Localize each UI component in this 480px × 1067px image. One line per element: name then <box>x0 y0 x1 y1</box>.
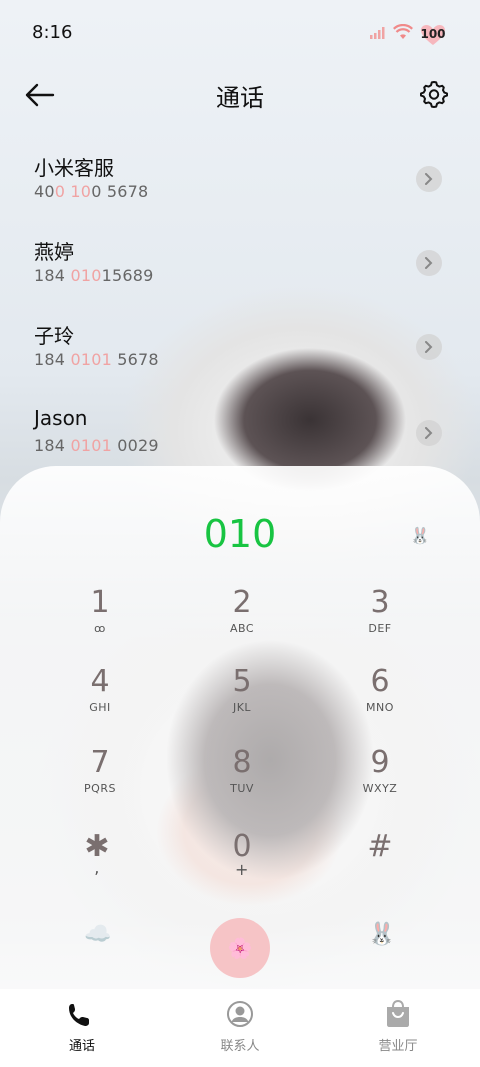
page-title: 通话 <box>216 84 264 112</box>
phone-icon <box>69 1004 89 1026</box>
contact-detail-button[interactable] <box>416 420 442 446</box>
contact-detail-button[interactable] <box>416 250 442 276</box>
status-time: 8:16 <box>32 22 73 43</box>
chevron-right-icon <box>425 427 433 439</box>
contact-number: 400 100 5678 <box>34 182 149 201</box>
contact-number: 184 01015689 <box>34 266 154 285</box>
contact-name: 小米客服 <box>34 156 114 180</box>
contact-number: 184 0101 0029 <box>34 436 159 455</box>
contact-detail-button[interactable] <box>416 334 442 360</box>
battery-level: 100 <box>420 27 446 41</box>
nav-item-contacts[interactable]: 联系人 <box>180 999 300 1054</box>
battery-indicator: 100 <box>420 24 446 45</box>
cloud-icon[interactable]: ☁️ <box>84 922 111 947</box>
signal-icon <box>370 27 385 39</box>
gear-icon[interactable] <box>418 78 450 110</box>
key-5[interactable]: 5 JKL <box>182 665 302 735</box>
contact-number: 184 0101 5678 <box>34 350 159 369</box>
bunny-sticker-icon[interactable]: 🐰 <box>410 526 430 545</box>
contact-row[interactable]: 子玲 184 0101 5678 <box>0 320 480 404</box>
shopping-bag-icon <box>387 999 409 1027</box>
key-1[interactable]: 1ꝏ <box>40 586 160 656</box>
dialed-number-display: 010 <box>203 512 277 556</box>
key-9[interactable]: 9 WXYZ <box>320 746 440 816</box>
key-hash[interactable]: # <box>320 830 440 900</box>
contact-row[interactable]: 小米客服 400 100 5678 <box>0 152 480 236</box>
key-4[interactable]: 4 GHI <box>40 665 160 735</box>
contact-detail-button[interactable] <box>416 166 442 192</box>
chevron-right-icon <box>425 257 433 269</box>
contact-row[interactable]: 燕婷 184 01015689 <box>0 236 480 320</box>
app-header: 通话 <box>0 66 480 122</box>
bunny-icon[interactable]: 🐰 <box>368 922 395 947</box>
key-8[interactable]: 8 TUV <box>182 746 302 816</box>
key-6[interactable]: 6 MNO <box>320 665 440 735</box>
key-7[interactable]: 7 PQRS <box>40 746 160 816</box>
bottom-nav: 通话 联系人 营业厅 <box>0 989 480 1067</box>
contact-name: Jason <box>34 406 88 430</box>
user-circle-icon <box>227 1001 253 1027</box>
nav-item-store[interactable]: 营业厅 <box>338 999 458 1054</box>
wifi-icon <box>393 24 413 39</box>
call-button[interactable]: 🌸 <box>210 918 270 978</box>
voicemail-icon: ꝏ <box>94 622 106 635</box>
chevron-right-icon <box>425 341 433 353</box>
key-2[interactable]: 2 ABC <box>182 586 302 656</box>
key-0[interactable]: 0 + <box>182 830 302 900</box>
contact-name: 子玲 <box>34 324 74 348</box>
flower-icon: 🌸 <box>227 936 253 960</box>
chevron-right-icon <box>425 173 433 185</box>
key-3[interactable]: 3 DEF <box>320 586 440 656</box>
status-bar: 8:16 100 <box>0 0 480 66</box>
key-star[interactable]: ✱, <box>37 830 157 900</box>
nav-item-calls[interactable]: 通话 <box>22 999 142 1054</box>
contact-name: 燕婷 <box>34 240 74 264</box>
